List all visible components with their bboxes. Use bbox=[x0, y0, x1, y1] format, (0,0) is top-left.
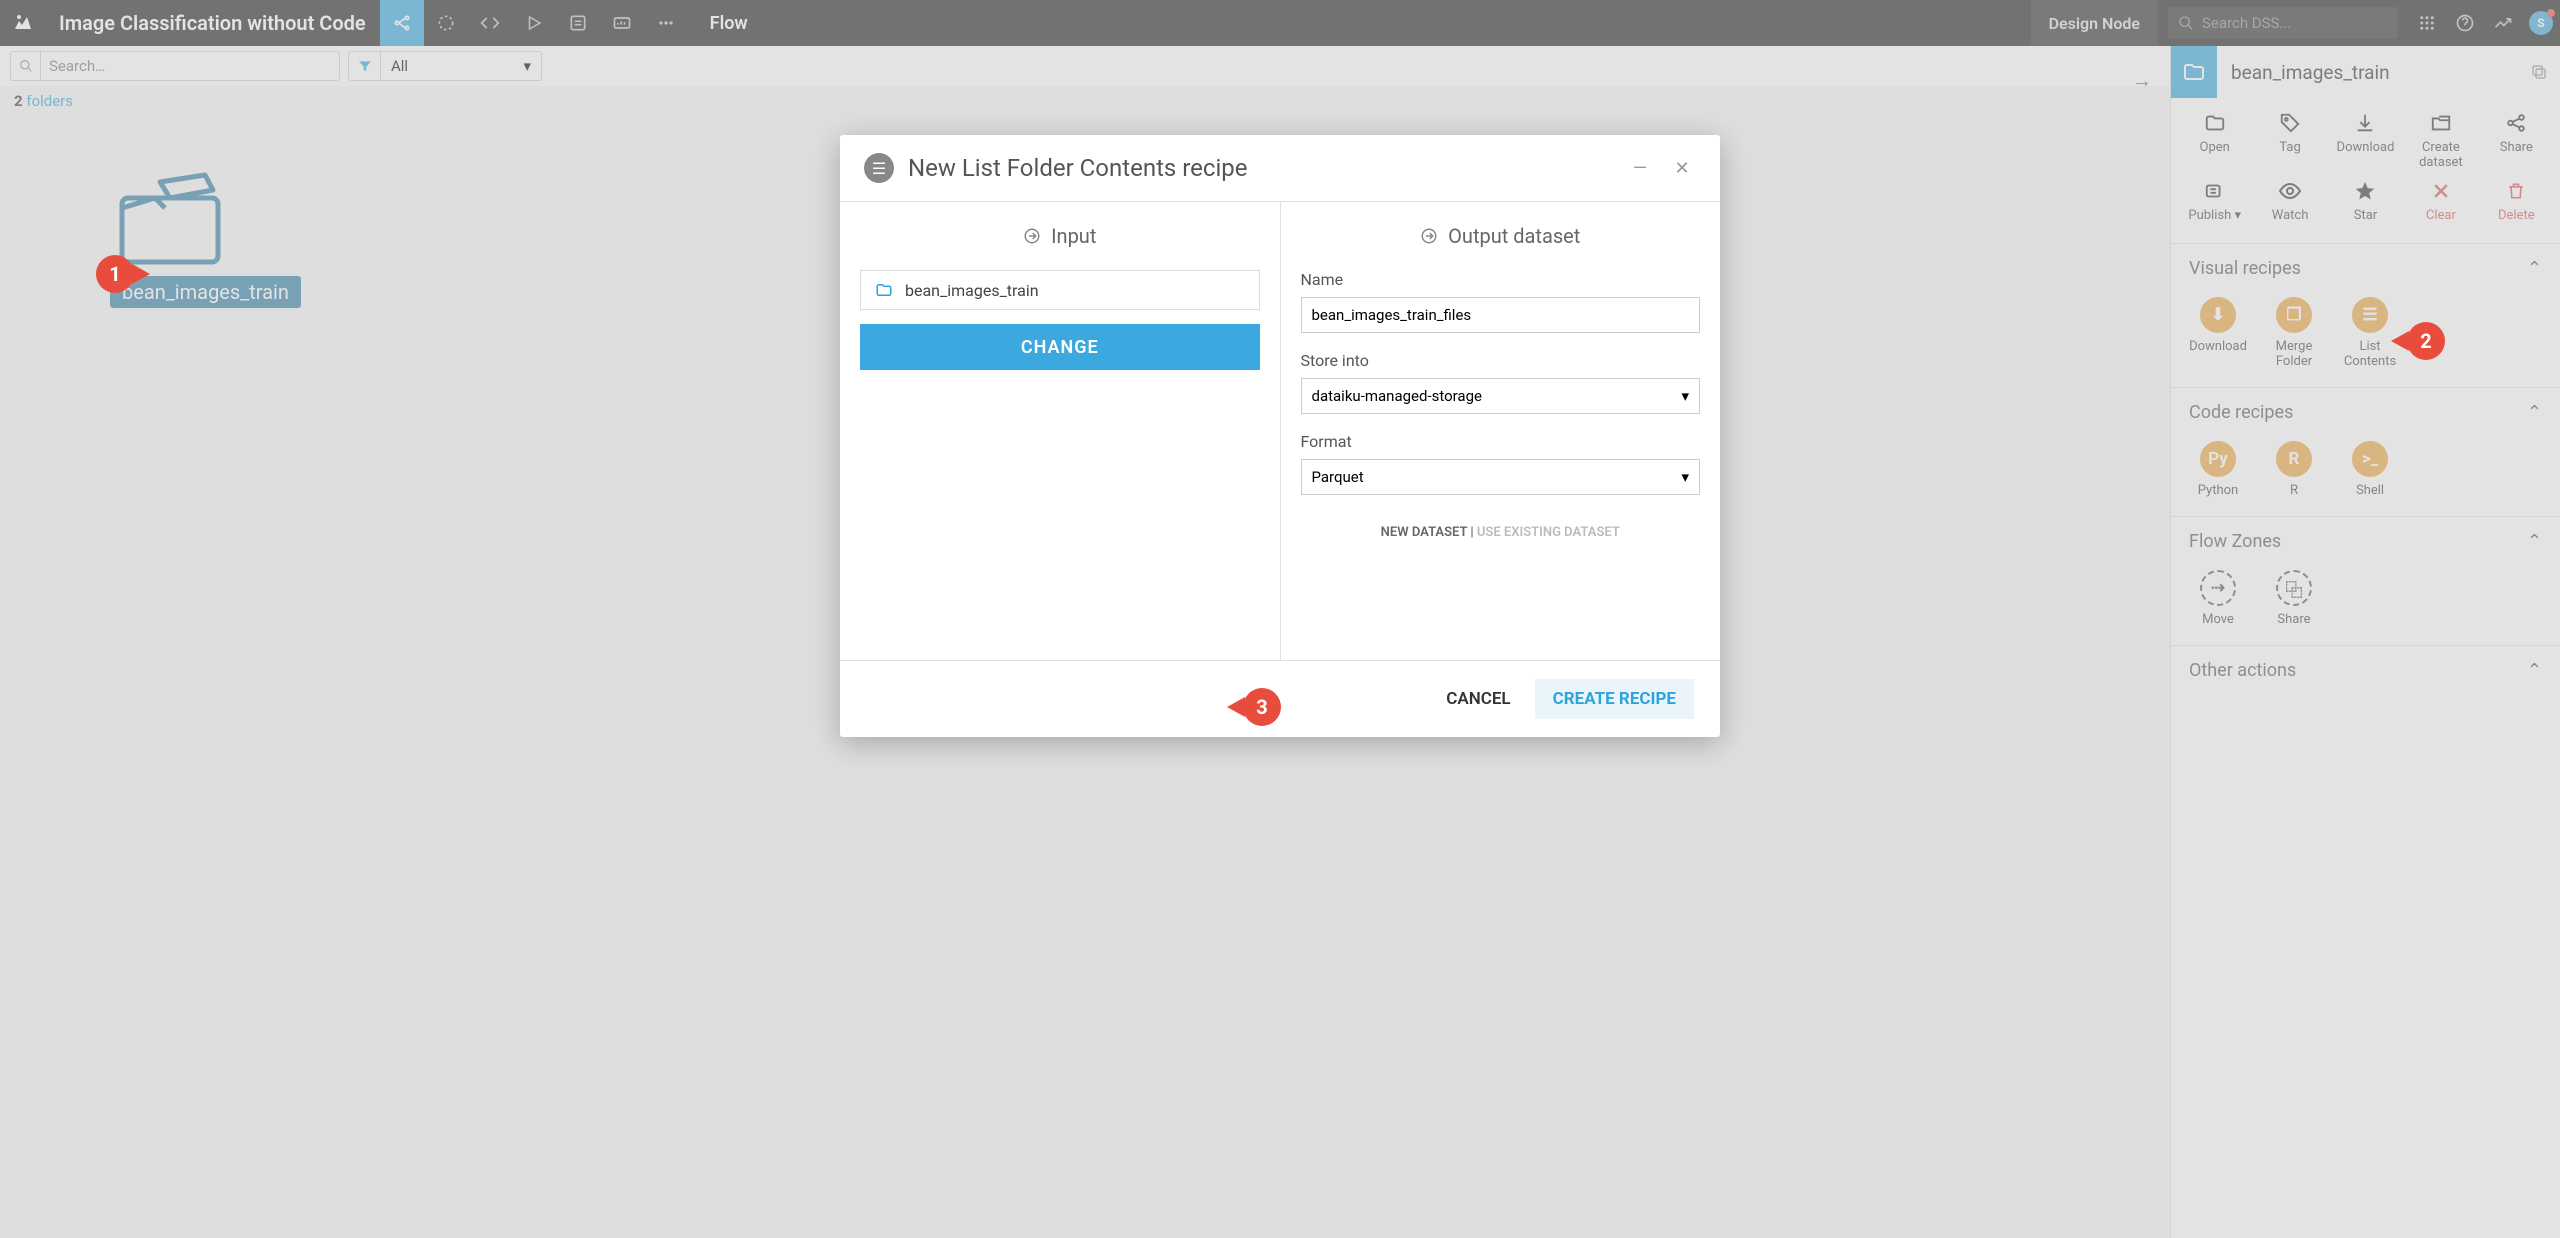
store-field: Store into dataiku-managed-storage▾ bbox=[1301, 351, 1701, 414]
format-label: Format bbox=[1301, 432, 1701, 451]
store-select[interactable]: dataiku-managed-storage▾ bbox=[1301, 378, 1701, 414]
annotation-2: 2 bbox=[2391, 322, 2445, 360]
input-column: Input bean_images_train CHANGE bbox=[840, 202, 1281, 660]
output-heading: Output dataset bbox=[1301, 202, 1701, 270]
output-icon bbox=[1420, 227, 1438, 245]
cancel-button[interactable]: CANCEL bbox=[1446, 689, 1510, 709]
chevron-down-icon: ▾ bbox=[1681, 468, 1689, 486]
annotation-3: 3 bbox=[1227, 688, 1281, 726]
new-recipe-modal: ☰ New List Folder Contents recipe — ✕ In… bbox=[840, 135, 1720, 737]
dataset-toggle: NEW DATASET | USE EXISTING DATASET bbox=[1301, 525, 1701, 540]
create-recipe-button[interactable]: CREATE RECIPE bbox=[1535, 679, 1694, 719]
store-label: Store into bbox=[1301, 351, 1701, 370]
name-label: Name bbox=[1301, 270, 1701, 289]
new-dataset-tab[interactable]: NEW DATASET bbox=[1381, 525, 1468, 540]
name-input[interactable] bbox=[1301, 297, 1701, 333]
use-existing-tab[interactable]: USE EXISTING DATASET bbox=[1477, 525, 1620, 540]
output-column: Output dataset Name Store into dataiku-m… bbox=[1281, 202, 1721, 660]
list-icon: ☰ bbox=[864, 153, 894, 183]
modal-header: ☰ New List Folder Contents recipe — ✕ bbox=[840, 135, 1720, 201]
input-folder-name: bean_images_train bbox=[905, 281, 1039, 300]
modal-title: New List Folder Contents recipe bbox=[908, 154, 1612, 182]
input-folder-box[interactable]: bean_images_train bbox=[860, 270, 1260, 310]
annotation-1: 1 bbox=[96, 255, 150, 293]
input-heading: Input bbox=[860, 202, 1260, 270]
folder-icon bbox=[875, 281, 893, 299]
chevron-down-icon: ▾ bbox=[1681, 387, 1689, 405]
name-field: Name bbox=[1301, 270, 1701, 333]
minimize-icon[interactable]: — bbox=[1626, 158, 1654, 179]
close-icon[interactable]: ✕ bbox=[1668, 158, 1696, 179]
format-select[interactable]: Parquet▾ bbox=[1301, 459, 1701, 495]
format-field: Format Parquet▾ bbox=[1301, 432, 1701, 495]
change-button[interactable]: CHANGE bbox=[860, 324, 1260, 370]
input-icon bbox=[1023, 227, 1041, 245]
